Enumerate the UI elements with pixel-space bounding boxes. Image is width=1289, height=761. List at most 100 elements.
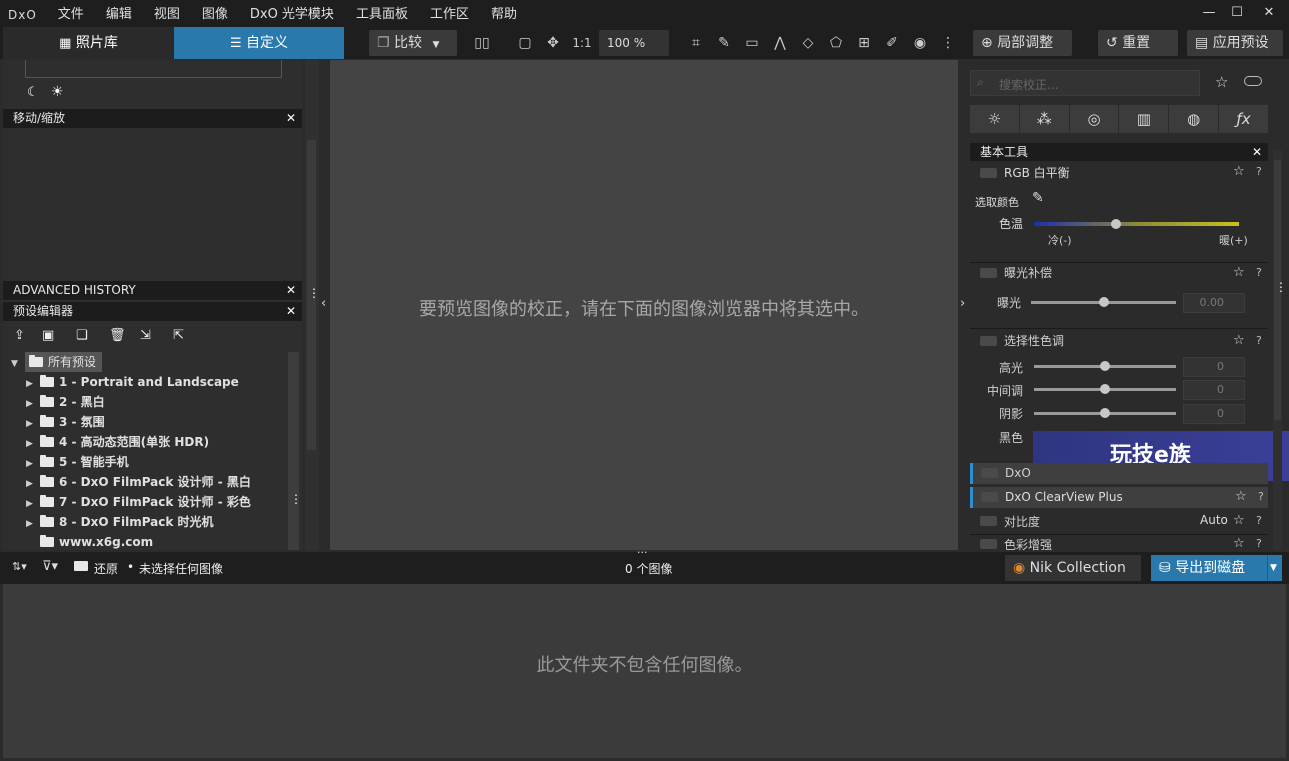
trash-icon[interactable]: 🗑 xyxy=(109,328,126,343)
horizon-icon[interactable]: ▭ xyxy=(742,32,762,54)
star-icon[interactable]: ☆ xyxy=(1233,265,1245,280)
highlights-knob[interactable] xyxy=(1100,361,1110,371)
basic-tools-header[interactable]: 基本工具 ✕ xyxy=(970,143,1268,161)
clearview-enable-toggle[interactable] xyxy=(981,492,998,502)
close-icon[interactable]: ✕ xyxy=(286,302,296,321)
temperature-knob[interactable] xyxy=(1111,219,1121,229)
star-filter-icon[interactable]: ☆ xyxy=(1215,73,1228,91)
star-icon[interactable]: ☆ xyxy=(1235,489,1247,504)
perspective-icon[interactable]: ⋀ xyxy=(770,32,790,54)
menu-workspace[interactable]: 工作区 xyxy=(419,0,480,30)
menu-view[interactable]: 视图 xyxy=(143,0,191,30)
sun-icon[interactable]: ☀ xyxy=(51,84,64,100)
apply-preset-button[interactable]: ▤ 应用预设 xyxy=(1187,30,1283,56)
resize-handle-icon[interactable]: ··· xyxy=(637,546,648,559)
dxo-tool-row[interactable]: DxO xyxy=(970,463,1268,484)
nik-collection-button[interactable]: ◉ Nik Collection xyxy=(1005,555,1141,581)
tab-photo-library[interactable]: ▦ 照片库 xyxy=(3,27,174,59)
detail-tab-icon[interactable]: ◎ xyxy=(1069,105,1119,133)
midtones-knob[interactable] xyxy=(1100,384,1110,394)
crop-icon[interactable]: ⌗ xyxy=(686,32,706,54)
vibrancy-enable-toggle[interactable] xyxy=(980,539,997,549)
color-tab-icon[interactable]: ⁂ xyxy=(1019,105,1069,133)
help-icon[interactable]: ? xyxy=(1256,266,1262,279)
export-to-disk-button[interactable]: ⛁ 导出到磁盘 ▼ xyxy=(1151,555,1282,581)
preset-folder[interactable]: ▶ 1 - Portrait and Landscape xyxy=(26,372,239,392)
eyedropper-icon[interactable]: ✎ xyxy=(714,32,734,54)
star-icon[interactable]: ☆ xyxy=(1233,333,1245,348)
preset-editor-header[interactable]: 预设编辑器 ✕ xyxy=(3,302,302,321)
split-view-icon[interactable]: ▯▯ xyxy=(472,32,492,54)
menu-image[interactable]: 图像 xyxy=(191,0,239,30)
collapse-left-icon[interactable]: ‹ xyxy=(321,296,326,311)
clearview-tool-row[interactable]: DxO ClearView Plus ☆ ? xyxy=(970,487,1268,508)
panel-menu-icon[interactable]: ⋮ xyxy=(290,492,302,506)
search-correction-input[interactable]: ⌕ 搜索校正... xyxy=(970,70,1200,96)
perspective-rect-icon[interactable]: ◇ xyxy=(798,32,818,54)
star-icon[interactable]: ☆ xyxy=(1233,536,1245,551)
eye-icon[interactable]: ◉ xyxy=(910,32,930,54)
sort-icon[interactable]: ⇅▾ xyxy=(12,560,27,573)
local-adjust-button[interactable]: ⊕ 局部调整 xyxy=(973,30,1072,56)
temperature-slider[interactable] xyxy=(1034,222,1239,226)
chevron-down-icon[interactable]: ▼ xyxy=(1270,555,1277,581)
compare-button[interactable]: ❐ 比较 ▼ xyxy=(369,30,457,56)
preset-folder[interactable]: ▶ 6 - DxO FilmPack 设计师 - 黑白 xyxy=(26,472,251,492)
close-icon[interactable]: ✕ xyxy=(286,109,296,128)
repair-icon[interactable]: ✐ xyxy=(882,32,902,54)
geometry-tab-icon[interactable]: ▥ xyxy=(1119,105,1169,133)
preset-scrollbar[interactable] xyxy=(288,352,299,550)
close-window-button[interactable]: ✕ xyxy=(1256,0,1282,26)
local-tab-icon[interactable]: ◍ xyxy=(1169,105,1219,133)
toggle-icon[interactable] xyxy=(1244,76,1262,86)
dxo-enable-toggle[interactable] xyxy=(981,468,998,478)
menu-file[interactable]: 文件 xyxy=(47,0,95,30)
highlights-value[interactable]: 0 xyxy=(1183,357,1245,377)
reset-button[interactable]: ↺ 重置 xyxy=(1098,30,1178,56)
preset-folder[interactable]: ▶ 8 - DxO FilmPack 时光机 xyxy=(26,512,214,532)
contrast-enable-toggle[interactable] xyxy=(980,516,997,526)
moon-icon[interactable]: ☾ xyxy=(27,85,39,100)
star-icon[interactable]: ☆ xyxy=(1233,164,1245,179)
help-icon[interactable]: ? xyxy=(1256,537,1262,550)
preset-folder[interactable]: www.x6g.com xyxy=(40,532,153,552)
help-icon[interactable]: ? xyxy=(1256,334,1262,347)
export-preset-icon[interactable]: ⇱ xyxy=(173,328,184,343)
perspective-8pt-icon[interactable]: ⬠ xyxy=(826,32,846,54)
move-icon[interactable]: ✥ xyxy=(543,32,563,54)
help-icon[interactable]: ? xyxy=(1256,514,1262,527)
fit-screen-icon[interactable]: ▢ xyxy=(515,32,535,54)
preset-folder[interactable]: ▶ 3 - 氛围 xyxy=(26,412,105,432)
new-preset-icon[interactable]: ⇪ xyxy=(14,328,25,343)
light-tab-icon[interactable]: ☼ xyxy=(970,105,1019,133)
effects-tab-icon[interactable]: ƒx xyxy=(1219,105,1268,133)
help-icon[interactable]: ? xyxy=(1258,490,1264,503)
more-icon[interactable]: ⋮ xyxy=(1275,280,1287,294)
close-icon[interactable]: ✕ xyxy=(286,281,296,300)
shadows-value[interactable]: 0 xyxy=(1183,404,1245,424)
filter-icon[interactable]: ⊽▾ xyxy=(42,559,58,574)
menu-edit[interactable]: 编辑 xyxy=(95,0,143,30)
preset-folder[interactable]: ▶ 4 - 高动态范围(单张 HDR) xyxy=(26,432,209,452)
eyedropper-icon[interactable]: ✎ xyxy=(1032,190,1044,206)
maximize-button[interactable]: ☐ xyxy=(1224,0,1250,26)
import-icon[interactable]: ⇲ xyxy=(140,328,151,343)
ratio-1-1-button[interactable]: 1:1 xyxy=(570,32,594,54)
current-folder[interactable]: 还原 xyxy=(94,560,118,577)
clipping-icon[interactable]: ⋮ xyxy=(938,32,958,54)
exposure-knob[interactable] xyxy=(1099,297,1109,307)
advanced-history-header[interactable]: ADVANCED HISTORY ✕ xyxy=(3,281,302,300)
menu-help[interactable]: 帮助 xyxy=(480,0,528,30)
preset-root-folder[interactable]: ▼ 所有预设 xyxy=(11,352,103,372)
more-icon[interactable]: ⋮ xyxy=(308,286,320,300)
exposure-enable-toggle[interactable] xyxy=(980,268,997,278)
duplicate-icon[interactable]: ❏ xyxy=(76,328,88,343)
collapse-right-icon[interactable]: › xyxy=(960,296,965,311)
preset-folder[interactable]: ▶ 5 - 智能手机 xyxy=(26,452,129,472)
new-from-settings-icon[interactable]: ▣ xyxy=(42,328,54,343)
preset-folder[interactable]: ▶ 7 - DxO FilmPack 设计师 - 彩色 xyxy=(26,492,251,512)
midtones-value[interactable]: 0 xyxy=(1183,380,1245,400)
wb-enable-toggle[interactable] xyxy=(980,168,997,178)
menu-optics[interactable]: DxO 光学模块 xyxy=(239,0,345,30)
tone-enable-toggle[interactable] xyxy=(980,336,997,346)
